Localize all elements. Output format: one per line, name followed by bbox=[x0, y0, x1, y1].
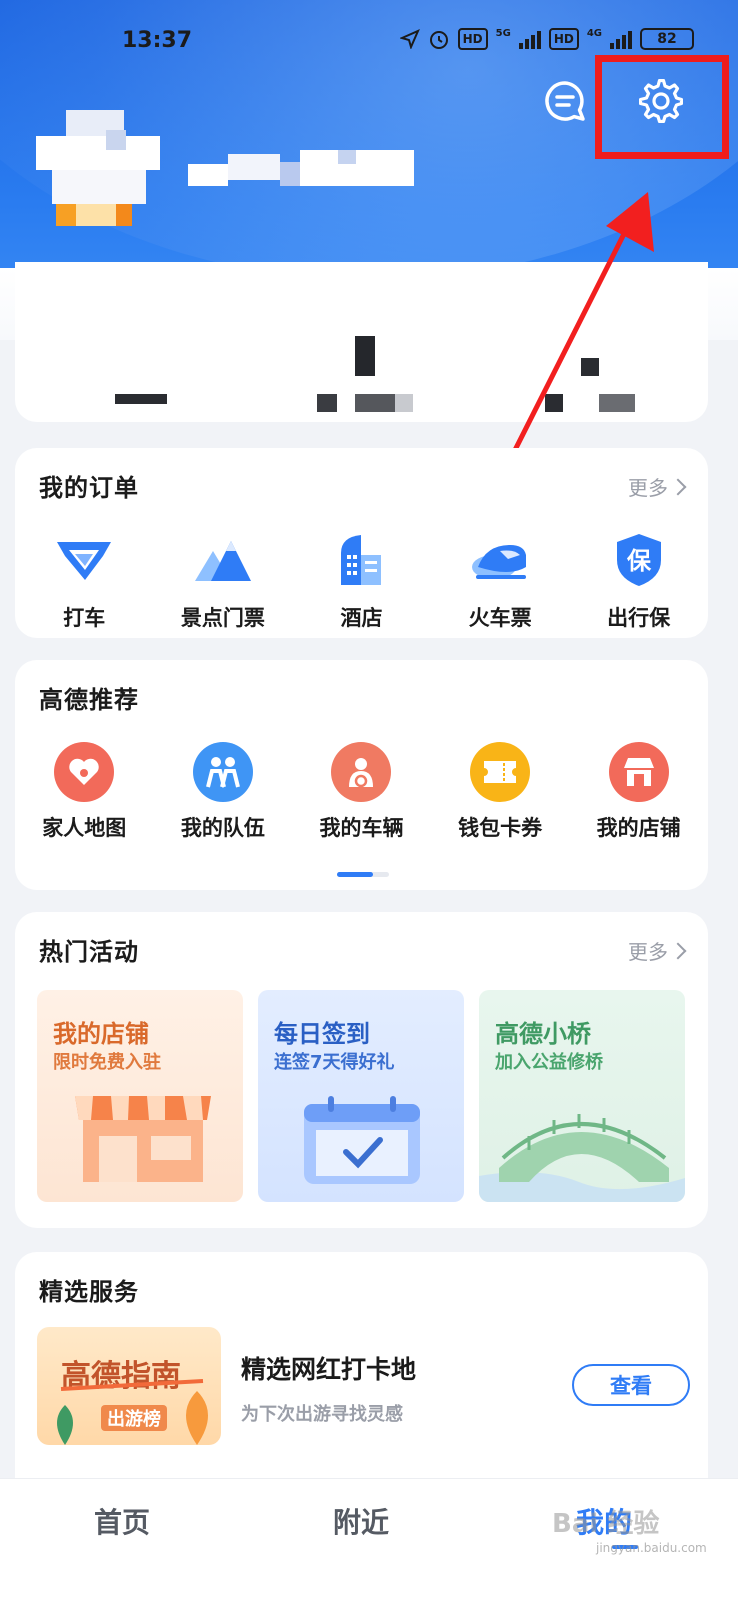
activity-tile-shop[interactable]: 我的店铺 限时免费入驻 bbox=[37, 990, 243, 1202]
activity-title: 每日签到 bbox=[274, 1020, 370, 1048]
activities-card: 热门活动 更多 我的店铺 限时免费入驻 每日签到 连签7天得好礼 高德小桥 加入… bbox=[15, 912, 708, 1228]
recommend-label: 我的车辆 bbox=[319, 816, 404, 840]
order-item-hotel[interactable]: 酒店 bbox=[292, 528, 431, 632]
activity-sub: 加入公益修桥 bbox=[495, 1052, 603, 1073]
activity-sub: 限时免费入驻 bbox=[53, 1052, 161, 1073]
activities-title: 热门活动 bbox=[39, 938, 139, 966]
view-button[interactable]: 查看 bbox=[572, 1364, 690, 1406]
order-label: 景点门票 bbox=[180, 606, 265, 630]
services-title: 精选服务 bbox=[39, 1278, 139, 1306]
ticket-icon bbox=[470, 742, 531, 802]
orders-more-label: 更多 bbox=[628, 476, 668, 500]
page-indicator bbox=[337, 872, 389, 877]
service-title: 精选网红打卡地 bbox=[241, 1355, 417, 1384]
recommend-item-family-map[interactable]: 家人地图 bbox=[15, 742, 154, 842]
mountain-icon bbox=[194, 541, 251, 581]
thumb-sub: 出游榜 bbox=[101, 1405, 167, 1431]
recommend-title: 高德推荐 bbox=[39, 686, 139, 714]
activity-sub: 连签7天得好礼 bbox=[274, 1052, 395, 1073]
driver-icon bbox=[331, 742, 392, 802]
order-item-train[interactable]: 火车票 bbox=[431, 528, 570, 632]
watermark-url: jingyan.baidu.com bbox=[596, 1541, 707, 1555]
recommend-label: 我的队伍 bbox=[180, 816, 265, 840]
recommend-item-team[interactable]: 我的队伍 bbox=[154, 742, 293, 842]
watermark: Bai 经验 bbox=[552, 1509, 660, 1539]
chevron-right-icon bbox=[669, 478, 687, 495]
service-subtitle: 为下次出游寻找灵感 bbox=[241, 1404, 403, 1425]
service-thumbnail[interactable]: 高德指南 出游榜 bbox=[37, 1327, 221, 1445]
recommend-item-wallet[interactable]: 钱包卡券 bbox=[431, 742, 570, 842]
order-label: 打车 bbox=[63, 606, 106, 630]
orders-title: 我的订单 bbox=[39, 474, 139, 502]
recommend-icon-row: 家人地图 我的队伍 我的车辆 钱包卡券 我的店铺 bbox=[15, 742, 708, 842]
train-icon bbox=[472, 545, 527, 579]
recommend-label: 家人地图 bbox=[42, 816, 127, 840]
team-icon bbox=[192, 742, 253, 802]
recommend-item-shop[interactable]: 我的店铺 bbox=[569, 742, 708, 842]
shop-icon bbox=[608, 742, 669, 802]
annotation-arrow bbox=[509, 192, 654, 459]
activity-title: 高德小桥 bbox=[495, 1020, 591, 1048]
orders-more-link[interactable]: 更多 bbox=[628, 472, 687, 501]
orders-card: 我的订单 更多 打车 景点门票 酒店 火车票 保 出行保 bbox=[15, 448, 708, 638]
recommend-item-vehicle[interactable]: 我的车辆 bbox=[292, 742, 431, 842]
order-item-tickets[interactable]: 景点门票 bbox=[154, 528, 293, 632]
leaf-icon bbox=[186, 1391, 208, 1445]
recommend-label: 我的店铺 bbox=[596, 816, 681, 840]
shield-icon: 保 bbox=[616, 534, 661, 586]
order-label: 酒店 bbox=[340, 606, 383, 630]
hotel-icon bbox=[341, 535, 382, 585]
storefront-illustration bbox=[75, 1096, 211, 1182]
shield-glyph: 保 bbox=[626, 547, 652, 575]
calendar-illustration bbox=[304, 1096, 420, 1184]
services-card: 精选服务 高德指南 出游榜 精选网红打卡地 为下次出游寻找灵感 查看 bbox=[15, 1252, 708, 1512]
taxi-icon bbox=[57, 542, 112, 580]
order-item-taxi[interactable]: 打车 bbox=[15, 528, 154, 632]
activities-more-label: 更多 bbox=[628, 940, 668, 964]
heart-icon bbox=[54, 742, 115, 802]
activity-tile-bridge[interactable]: 高德小桥 加入公益修桥 bbox=[479, 990, 685, 1202]
bridge-illustration bbox=[479, 1114, 685, 1202]
recommend-card: 高德推荐 家人地图 我的队伍 我的车辆 钱包卡券 我的店铺 bbox=[15, 660, 708, 890]
nav-home[interactable]: 首页 bbox=[94, 1501, 150, 1541]
activity-tile-checkin[interactable]: 每日签到 连签7天得好礼 bbox=[258, 990, 464, 1202]
orders-icon-row: 打车 景点门票 酒店 火车票 保 出行保 bbox=[15, 528, 708, 632]
recommend-label: 钱包卡券 bbox=[458, 816, 543, 840]
plant-icon bbox=[57, 1405, 73, 1445]
order-label: 出行保 bbox=[607, 606, 671, 630]
chevron-right-icon bbox=[669, 942, 687, 959]
order-label: 火车票 bbox=[468, 606, 532, 630]
activity-title: 我的店铺 bbox=[53, 1020, 149, 1048]
order-item-insurance[interactable]: 保 出行保 bbox=[569, 528, 708, 632]
activities-more-link[interactable]: 更多 bbox=[628, 936, 687, 965]
nav-nearby[interactable]: 附近 bbox=[333, 1501, 389, 1541]
bottom-nav: 首页 附近 我的 Bai 经验 jingyan.baidu.com bbox=[0, 1478, 738, 1600]
